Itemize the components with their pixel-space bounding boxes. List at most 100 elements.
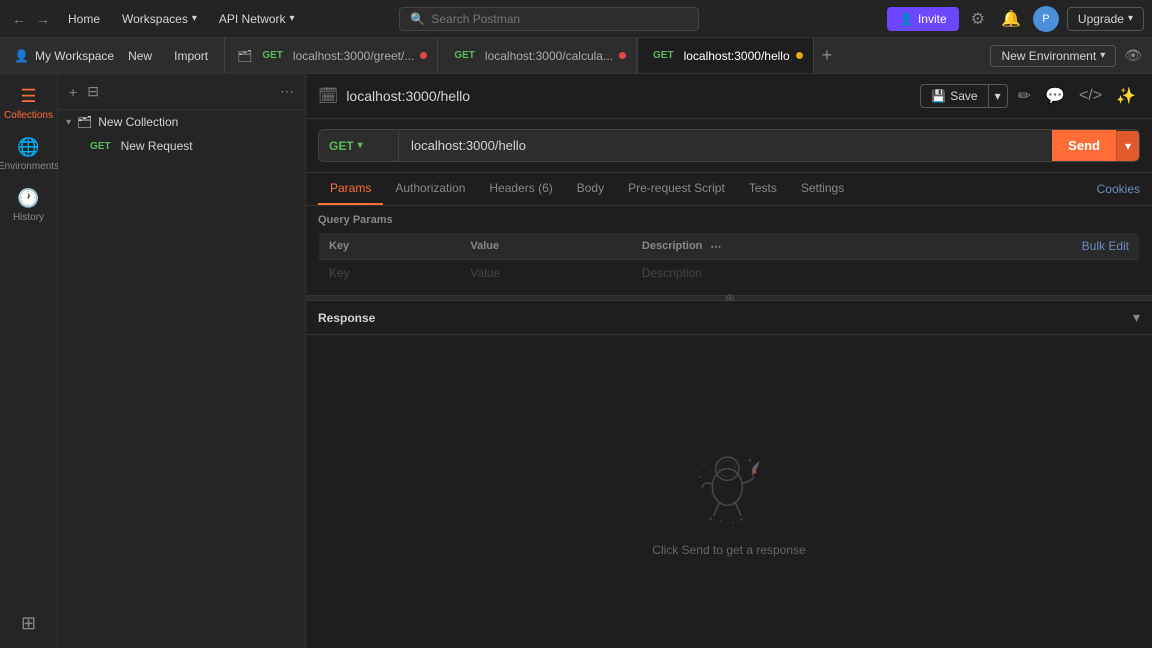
tab-tests[interactable]: Tests xyxy=(737,173,789,205)
invite-button[interactable]: 👤 Invite xyxy=(887,7,959,31)
collections-icon: ☰ xyxy=(20,86,36,107)
save-button-group: 💾 Save ▾ xyxy=(920,84,1007,108)
tab-headers[interactable]: Headers (6) xyxy=(477,173,564,205)
cookies-link[interactable]: Cookies xyxy=(1097,182,1140,196)
key-cell[interactable]: Key xyxy=(319,260,461,287)
workspaces-button[interactable]: Workspaces ▾ xyxy=(114,8,205,30)
tab-body[interactable]: Body xyxy=(565,173,616,205)
chevron-down-icon: ▾ xyxy=(290,13,295,24)
chevron-down-icon: ▾ xyxy=(1128,13,1133,24)
save-dropdown-button[interactable]: ▾ xyxy=(989,84,1008,108)
comment-icon-button[interactable]: 💬 xyxy=(1041,82,1069,110)
chevron-down-icon: ▾ xyxy=(1100,50,1105,61)
collections-panel: + ⊟ ⋯ ▾ 🗂 New Collection GET New Request xyxy=(58,74,306,648)
response-body: Click Send to get a response xyxy=(306,335,1152,648)
col-value: Value xyxy=(460,233,632,260)
send-button[interactable]: Send xyxy=(1052,130,1116,161)
sidebar-item-environments[interactable]: 🌐 Environments xyxy=(4,131,54,178)
bulk-edit-button[interactable]: Bulk Edit xyxy=(1082,239,1129,253)
url-bar: GET ▾ Send ▾ xyxy=(318,129,1140,162)
save-button[interactable]: 💾 Save xyxy=(920,84,988,108)
col-key: Key xyxy=(319,233,461,260)
home-button[interactable]: Home xyxy=(60,8,108,30)
sidebar-item-collections[interactable]: ☰ Collections xyxy=(4,80,54,127)
request-item[interactable]: GET New Request xyxy=(58,134,305,158)
table-row: Key Value Description xyxy=(319,260,1140,287)
save-icon: 💾 xyxy=(931,89,946,103)
forward-button[interactable]: → xyxy=(32,7,54,31)
search-input[interactable] xyxy=(431,12,688,26)
response-empty-text: Click Send to get a response xyxy=(652,543,805,557)
tab-settings[interactable]: Settings xyxy=(789,173,856,205)
avatar[interactable]: P xyxy=(1033,6,1059,32)
tab-greet[interactable]: 🗂 GET localhost:3000/greet/... xyxy=(227,38,438,73)
method-select[interactable]: GET ▾ xyxy=(319,131,399,161)
description-cell[interactable]: Description xyxy=(632,260,1140,287)
filter-button[interactable]: ⊟ xyxy=(84,80,102,103)
top-bar: ← → Home Workspaces ▾ API Network ▾ 🔍 👤 … xyxy=(0,0,1152,38)
import-button[interactable]: Import xyxy=(166,45,216,67)
sidebar-item-history[interactable]: 🕐 History xyxy=(4,182,54,229)
env-selector: New Environment ▾ 👁 xyxy=(990,45,1146,67)
workspace-name: My Workspace xyxy=(35,49,114,63)
request-actions: 💾 Save ▾ ✏ 💬 </> ✨ xyxy=(920,82,1140,110)
more-options-button[interactable]: ⋯ xyxy=(277,80,297,103)
value-cell[interactable]: Value xyxy=(460,260,632,287)
invite-icon: 👤 xyxy=(899,12,914,26)
upgrade-button[interactable]: Upgrade ▾ xyxy=(1067,7,1144,31)
chevron-down-icon: ▾ xyxy=(192,13,197,24)
apps-icon: ⊞ xyxy=(21,613,36,634)
tab-dot-red xyxy=(420,52,427,59)
query-params-table: Key Value Description ⋯ Bulk Edit xyxy=(318,232,1140,287)
tab-calcula[interactable]: GET localhost:3000/calcula... xyxy=(440,38,637,73)
response-section: Response ▾ xyxy=(306,301,1152,648)
method-badge: GET xyxy=(86,140,115,153)
caret-icon: ▾ xyxy=(66,117,71,128)
url-input[interactable] xyxy=(399,130,1052,161)
send-dropdown-button[interactable]: ▾ xyxy=(1116,131,1139,161)
search-icon: 🔍 xyxy=(410,12,425,26)
env-dropdown-button[interactable]: New Environment ▾ xyxy=(990,45,1116,67)
magic-wand-icon-button[interactable]: ✨ xyxy=(1112,82,1140,110)
params-section: Query Params Key Value xyxy=(306,206,1152,295)
add-tab-button[interactable]: + xyxy=(816,43,839,68)
tab-hello[interactable]: GET localhost:3000/hello xyxy=(639,38,814,73)
collection-item[interactable]: ▾ 🗂 New Collection xyxy=(58,110,305,134)
chevron-down-icon: ▾ xyxy=(358,140,363,151)
settings-button[interactable]: ⚙ xyxy=(967,5,989,33)
tab-authorization[interactable]: Authorization xyxy=(383,173,477,205)
add-collection-button[interactable]: + xyxy=(66,81,80,103)
tab-dot-red xyxy=(619,52,626,59)
collection-icon: 🗂 xyxy=(237,49,252,63)
panel-toolbar: + ⊟ ⋯ xyxy=(58,74,305,110)
request-tabs: Params Authorization Headers (6) Body Pr… xyxy=(306,173,1152,206)
new-button[interactable]: New xyxy=(120,45,160,67)
workspace-icon: 👤 xyxy=(14,49,29,63)
sidebar: ☰ Collections 🌐 Environments 🕐 History ⊞ xyxy=(0,74,58,648)
nav-arrows: ← → xyxy=(8,7,54,31)
sidebar-item-apps[interactable]: ⊞ xyxy=(4,607,54,640)
request-builder: GET ▾ Send ▾ xyxy=(306,119,1152,173)
tab-pre-request-script[interactable]: Pre-request Script xyxy=(616,173,737,205)
tabs-bar: 👤 My Workspace New Import 🗂 GET localhos… xyxy=(0,38,1152,74)
empty-state-illustration xyxy=(679,427,779,527)
request-title: localhost:3000/hello xyxy=(346,88,470,104)
env-settings-button[interactable]: 👁 xyxy=(1120,45,1146,66)
collection-folder-icon: 🗂 xyxy=(77,115,92,129)
response-collapse-button[interactable]: ▾ xyxy=(1133,309,1140,326)
content-area: 🗓 localhost:3000/hello 💾 Save ▾ ✏ 💬 </> … xyxy=(306,74,1152,648)
response-header: Response ▾ xyxy=(306,301,1152,335)
code-icon-button[interactable]: </> xyxy=(1075,83,1106,109)
main-layout: ☰ Collections 🌐 Environments 🕐 History ⊞… xyxy=(0,74,1152,648)
calendar-icon: 🗓 xyxy=(318,86,338,106)
request-header: 🗓 localhost:3000/hello 💾 Save ▾ ✏ 💬 </> … xyxy=(306,74,1152,119)
edit-icon-button[interactable]: ✏ xyxy=(1014,82,1035,110)
workspace-info: 👤 My Workspace New Import xyxy=(6,38,225,73)
tab-params[interactable]: Params xyxy=(318,173,383,205)
history-icon: 🕐 xyxy=(17,188,39,209)
notifications-button[interactable]: 🔔 xyxy=(997,5,1025,33)
back-button[interactable]: ← xyxy=(8,7,30,31)
col-description: Description ⋯ Bulk Edit xyxy=(632,233,1140,260)
api-network-button[interactable]: API Network ▾ xyxy=(211,8,303,30)
search-bar[interactable]: 🔍 xyxy=(399,7,699,31)
